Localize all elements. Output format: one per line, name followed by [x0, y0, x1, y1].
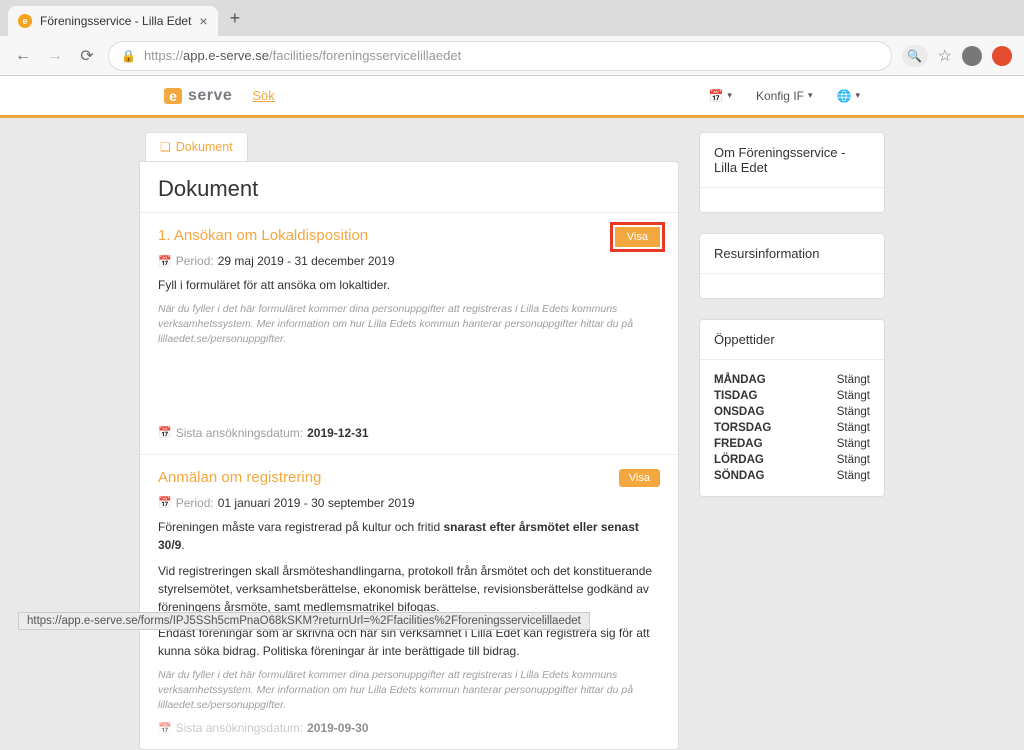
resource-title: Resursinformation	[700, 234, 884, 274]
period-value: 29 maj 2019 - 31 december 2019	[218, 254, 395, 268]
calendar-icon: 📅	[158, 496, 172, 509]
document-description: Föreningen måste vara registrerad på kul…	[158, 518, 660, 554]
lock-icon: 🔒	[121, 49, 136, 63]
stack-icon: ❏	[160, 140, 171, 154]
document-title[interactable]: 1. Ansökan om Lokaldisposition	[158, 227, 368, 244]
hours-row: LÖRDAGStängt	[714, 452, 870, 468]
browser-chrome: e Föreningsservice - Lilla Edet × + ← → …	[0, 0, 1024, 76]
visa-button[interactable]: Visa	[619, 469, 660, 487]
status-bar: https://app.e-serve.se/forms/IPJ5SSh5cmP…	[18, 612, 590, 630]
deadline-label: Sista ansökningsdatum:	[176, 721, 303, 735]
tab-strip: e Föreningsservice - Lilla Edet × +	[0, 0, 1024, 36]
document-item: Anmälan om registrering Visa 📅 Period: 0…	[140, 455, 678, 750]
privacy-note: När du fyller i det här formuläret komme…	[158, 668, 660, 714]
address-bar[interactable]: 🔒 https://app.e-serve.se/facilities/fore…	[108, 41, 892, 71]
favicon-icon: e	[18, 14, 32, 28]
document-title[interactable]: Anmälan om registrering	[158, 469, 321, 486]
extension-icon[interactable]	[992, 46, 1012, 66]
account-label: Konfig IF	[756, 89, 804, 103]
reload-button[interactable]: ⟳	[76, 46, 98, 66]
calendar-icon: 📅	[158, 426, 172, 439]
url-path: /facilities/foreningsservicelillaedet	[269, 48, 461, 63]
bookmark-star-icon[interactable]: ☆	[938, 46, 952, 66]
document-description-2: Vid registreringen skall årsmöteshandlin…	[158, 562, 660, 616]
hours-panel: Öppettider MÅNDAGStängt TISDAGStängt ONS…	[699, 319, 885, 497]
toolbar: ← → ⟳ 🔒 https://app.e-serve.se/facilitie…	[0, 36, 1024, 76]
deadline-label: Sista ansökningsdatum:	[176, 426, 303, 440]
period-value: 01 januari 2019 - 30 september 2019	[218, 496, 415, 510]
chevron-down-icon: ▾	[727, 90, 732, 101]
toolbar-right: 🔍 ☆	[902, 45, 1012, 67]
forward-button[interactable]: →	[44, 47, 66, 65]
about-panel: Om Föreningsservice - Lilla Edet	[699, 132, 885, 213]
tab-dokument[interactable]: ❏ Dokument	[145, 132, 248, 161]
hours-row: ONSDAGStängt	[714, 404, 870, 420]
browser-tab[interactable]: e Föreningsservice - Lilla Edet ×	[8, 6, 218, 36]
resource-body	[700, 274, 884, 298]
app-header: e serve Sök 📅 ▾ Konfig IF ▾ 🌐 ▾	[0, 76, 1024, 118]
tab-label: Dokument	[176, 140, 233, 154]
back-button[interactable]: ←	[12, 47, 34, 65]
new-tab-button[interactable]: +	[224, 8, 247, 29]
hours-body: MÅNDAGStängt TISDAGStängt ONSDAGStängt T…	[700, 360, 884, 496]
calendar-menu[interactable]: 📅 ▾	[708, 89, 731, 103]
logo-mark-icon: e	[164, 88, 182, 104]
url-host: app.e-serve.se	[183, 48, 269, 63]
period-label: Period:	[176, 496, 214, 510]
documents-panel: Dokument 1. Ansökan om Lokaldisposition …	[139, 161, 679, 750]
search-link[interactable]: Sök	[252, 88, 274, 103]
page-title: Dokument	[140, 162, 678, 213]
hours-title: Öppettider	[700, 320, 884, 360]
document-item: 1. Ansökan om Lokaldisposition Visa 📅 Pe…	[140, 213, 678, 455]
profile-icon[interactable]	[962, 46, 982, 66]
omnibox-search-icon[interactable]: 🔍	[902, 45, 928, 67]
chevron-down-icon: ▾	[855, 90, 860, 101]
logo-text: serve	[188, 87, 232, 105]
deadline-value: 2019-12-31	[307, 426, 368, 440]
calendar-icon: 📅	[158, 255, 172, 268]
tab-title: Föreningsservice - Lilla Edet	[40, 14, 191, 28]
calendar-icon: 📅	[158, 722, 172, 735]
deadline-value: 2019-09-30	[307, 721, 368, 735]
resource-panel: Resursinformation	[699, 233, 885, 299]
about-title: Om Föreningsservice - Lilla Edet	[700, 133, 884, 188]
hours-row: TISDAGStängt	[714, 388, 870, 404]
about-body	[700, 188, 884, 212]
globe-icon: 🌐	[837, 89, 852, 103]
hours-row: TORSDAGStängt	[714, 420, 870, 436]
globe-menu[interactable]: 🌐 ▾	[837, 89, 860, 103]
account-menu[interactable]: Konfig IF ▾	[756, 89, 813, 103]
chevron-down-icon: ▾	[808, 90, 813, 101]
calendar-icon: 📅	[708, 89, 723, 103]
visa-button[interactable]: Visa	[615, 227, 660, 247]
hours-row: FREDAGStängt	[714, 436, 870, 452]
hours-row: MÅNDAGStängt	[714, 372, 870, 388]
close-tab-button[interactable]: ×	[199, 14, 207, 28]
document-description: Fyll i formuläret för att ansöka om loka…	[158, 276, 660, 294]
privacy-note: När du fyller i det här formuläret komme…	[158, 302, 660, 348]
hours-row: SÖNDAGStängt	[714, 468, 870, 484]
logo[interactable]: e serve	[164, 87, 232, 105]
url-prefix: https://	[144, 48, 183, 63]
period-label: Period:	[176, 254, 214, 268]
